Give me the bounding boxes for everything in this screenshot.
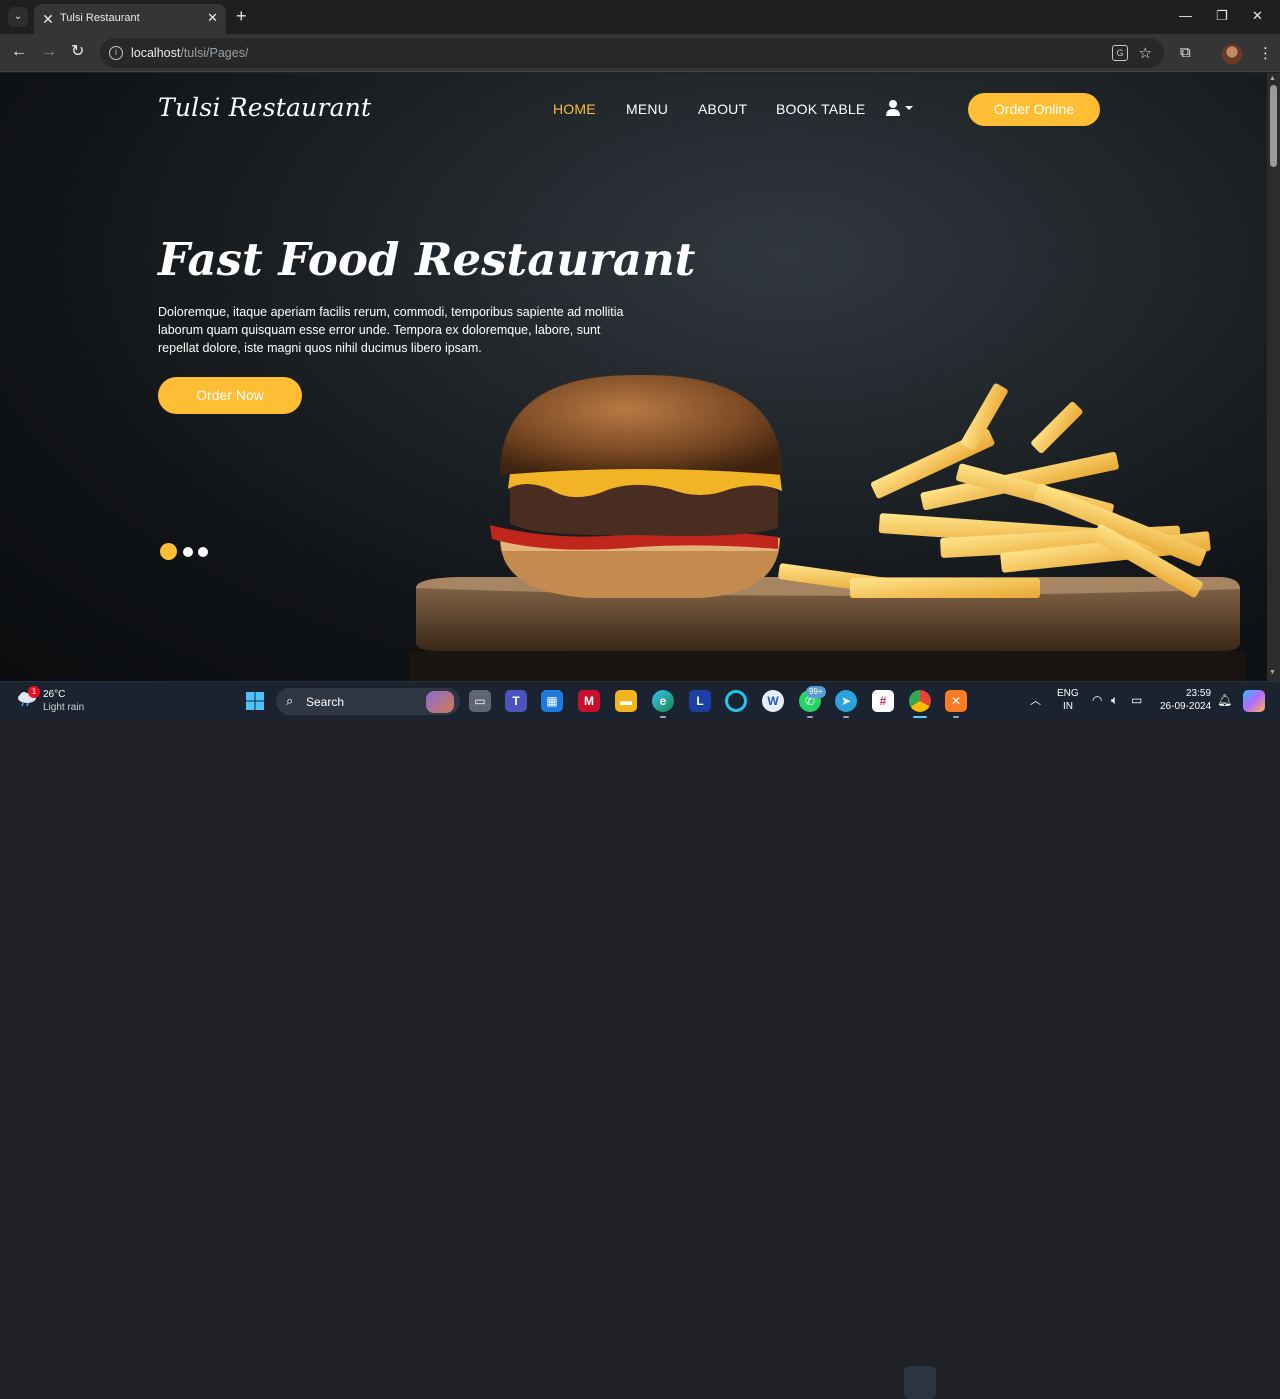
restaurant-favicon-icon: ✕ [42,11,54,27]
page-viewport: Tulsi Restaurant HOME MENU ABOUT BOOK TA… [0,73,1267,681]
running-indicator-xampp [953,716,959,718]
windows-taskbar: 1 26°C Light rain ⌕ Search ▭ T ▦ M ▬ e L… [0,681,1280,1399]
url-text[interactable]: localhost/tulsi/Pages/ [131,46,248,60]
weather-alert-badge: 1 [28,686,40,698]
nav-home[interactable]: HOME [553,101,596,117]
translate-icon[interactable]: G [1112,45,1128,61]
site-brand-logo[interactable]: Tulsi Restaurant [158,93,371,122]
taskbar-search-box[interactable]: ⌕ Search [276,688,460,715]
browser-menu-icon[interactable]: ⋮ [1258,44,1273,62]
address-bar[interactable]: i localhost/tulsi/Pages/ G ☆ [100,38,1164,68]
carousel-dot-3[interactable] [198,547,208,557]
tab-search-button[interactable]: ⌄ [8,7,28,27]
microsoft-store-icon[interactable]: ▦ [541,690,563,712]
scroll-down-icon[interactable]: ▼ [1269,669,1276,676]
nav-about[interactable]: ABOUT [698,101,747,117]
browser-tab-strip: ⌄ ✕ Tulsi Restaurant ✕ + — ❐ ✕ [0,0,1280,34]
teams-icon[interactable]: T [505,690,527,712]
hero-title: Fast Food Restaurant [158,233,696,286]
weather-temperature[interactable]: 26°C [43,689,65,700]
search-highlight-art [426,691,454,713]
chrome-active-highlight [904,1366,936,1399]
tab-title: Tulsi Restaurant [60,12,140,24]
page-scrollbar[interactable]: ▲ ▼ [1267,73,1280,681]
writer-app-icon[interactable]: W [762,690,784,712]
extensions-icon[interactable]: ⧉ [1180,44,1191,61]
file-explorer-icon[interactable]: ▬ [615,690,637,712]
carousel-dot-1[interactable] [160,543,177,560]
scrollbar-thumb[interactable] [1270,85,1277,167]
browser-tab[interactable]: ✕ Tulsi Restaurant ✕ [34,4,226,34]
scroll-up-icon[interactable]: ▲ [1269,75,1276,82]
running-indicator-chrome [913,716,927,718]
running-indicator-whatsapp [807,716,813,718]
carousel-dot-2[interactable] [183,547,193,557]
speaker-muted-icon[interactable]: 🔈︎ [1111,693,1118,708]
clock-time[interactable]: 23:59 [1186,688,1211,699]
minimize-button[interactable]: — [1179,8,1192,23]
whatsapp-unread-badge: 99+ [806,686,826,698]
xampp-icon[interactable]: ✕ [945,690,967,712]
close-window-button[interactable]: ✕ [1252,8,1263,24]
browser-toolbar: ← → ↻ i localhost/tulsi/Pages/ G ☆ [0,34,1280,72]
hero-description: Doloremque, itaque aperiam facilis rerum… [158,305,624,355]
profile-avatar[interactable] [1222,44,1242,64]
weather-description[interactable]: Light rain [43,702,84,713]
show-hidden-icons[interactable]: ︿ [1030,692,1041,708]
back-button[interactable]: ← [11,43,27,61]
user-account-icon[interactable] [886,99,914,117]
bookmark-star-icon[interactable]: ☆ [1139,44,1152,62]
slack-icon[interactable]: # [872,690,894,712]
alexa-icon[interactable] [725,690,747,712]
forward-button[interactable]: → [41,43,57,61]
notification-bell-icon[interactable]: 🔔︎ [1217,693,1232,707]
windows-start-icon[interactable] [244,690,266,712]
copilot-icon[interactable] [1243,690,1265,712]
search-icon: ⌕ [286,693,294,708]
clock-date[interactable]: 26-09-2024 [1160,701,1211,712]
nav-menu[interactable]: MENU [626,101,668,117]
battery-icon[interactable]: ▭ [1131,693,1142,707]
taskbar-search-label: Search [306,695,345,709]
maximize-button[interactable]: ❐ [1216,8,1228,24]
mcafee-icon[interactable]: M [578,690,600,712]
order-now-button[interactable]: Order Now [158,377,302,414]
caret-down-icon [905,106,913,110]
site-info-icon[interactable]: i [109,46,123,60]
telegram-icon[interactable]: ➤ [835,690,857,712]
running-indicator-edge [660,716,666,718]
tab-close-icon[interactable]: ✕ [207,10,218,26]
chrome-browser-icon[interactable] [909,690,931,712]
language-code[interactable]: ENG [1057,688,1079,699]
task-view-icon[interactable]: ▭ [469,690,491,712]
wifi-icon[interactable]: ◠ [1092,693,1102,707]
reload-button[interactable]: ↻ [71,43,84,61]
edge-browser-icon[interactable]: e [652,690,674,712]
new-tab-button[interactable]: + [236,6,247,26]
running-indicator-telegram [843,716,849,718]
nav-book-table[interactable]: BOOK TABLE [776,101,865,117]
language-region[interactable]: IN [1063,701,1073,712]
l-app-icon[interactable]: L [689,690,711,712]
order-online-button[interactable]: Order Online [968,93,1100,126]
